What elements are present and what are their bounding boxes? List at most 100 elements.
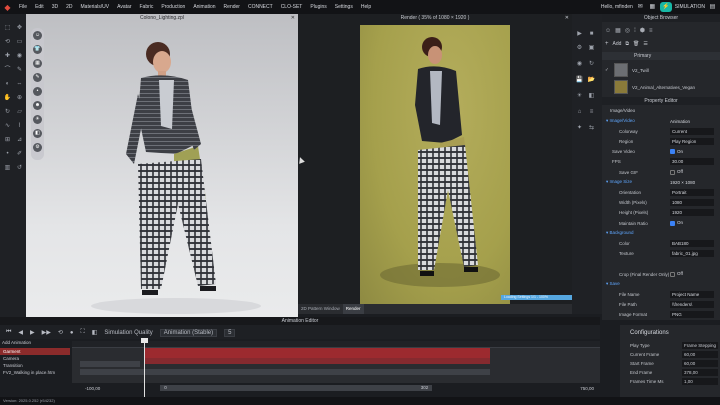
render-denoise-icon[interactable]: ✦ <box>575 124 584 133</box>
more-tab-icon[interactable]: ≡ <box>649 28 653 34</box>
plus-icon[interactable]: + <box>605 41 609 47</box>
measure-tool-icon[interactable]: ⊿ <box>15 136 24 145</box>
arrange-tool-icon[interactable]: ▥ <box>3 164 12 173</box>
fabric-check-icon[interactable]: ✓ <box>605 67 610 73</box>
add-animation-button[interactable]: Add Animation <box>2 340 31 345</box>
config-value[interactable]: 378,00 <box>682 369 718 376</box>
rotate-tool-icon[interactable]: ↻ <box>3 108 12 117</box>
mode-icon[interactable]: ▦ <box>648 3 657 12</box>
property-value[interactable]: BAB180 <box>670 239 714 247</box>
track-item[interactable]: Transition <box>0 362 70 369</box>
tab-2d-pattern-window[interactable]: 2D Pattern Window <box>298 304 343 314</box>
draw-tool-icon[interactable]: ✐ <box>15 150 24 159</box>
user-greeting[interactable]: Hello, mfinden <box>601 4 633 10</box>
sewing-tool-icon[interactable]: ∿ <box>3 122 12 131</box>
menu-3d[interactable]: 3D <box>48 4 62 10</box>
delete-icon[interactable]: 🗑 <box>633 41 639 47</box>
checkbox-icon[interactable] <box>670 149 675 155</box>
select-tool-icon[interactable]: ⬚ <box>3 24 12 33</box>
config-value[interactable]: Frame Stepping <box>682 342 718 349</box>
step-field[interactable]: 5 <box>224 328 236 337</box>
render-options-icon[interactable]: ≡ <box>587 108 596 117</box>
list-view-icon[interactable]: ☰ <box>643 41 647 47</box>
property-value[interactable]: Off <box>670 169 720 175</box>
avatar-tab-icon[interactable]: ☺ <box>605 28 611 34</box>
property-value[interactable]: Project Name <box>670 290 714 298</box>
menu-plugins[interactable]: Plugins <box>306 4 330 10</box>
timeline[interactable] <box>72 338 600 398</box>
camera-track-bar[interactable] <box>80 361 140 367</box>
menu-materials-uv[interactable]: Materials/UV <box>77 4 114 10</box>
move-tool-icon[interactable]: ✥ <box>15 24 24 33</box>
trim-tab-icon[interactable]: ⬢ <box>640 27 645 34</box>
menu-file[interactable]: File <box>15 4 31 10</box>
property-value[interactable]: On <box>670 220 720 226</box>
render-scene-icon[interactable]: ⌂ <box>575 108 584 117</box>
3d-viewport[interactable]: Colono_Lighting.zpl ✕ ☺ 👕 ▦ ✎ • ☻ ☀ ◧ ⚙ <box>26 14 298 318</box>
menu-render[interactable]: Render <box>220 4 244 10</box>
menu-edit[interactable]: Edit <box>31 4 48 10</box>
button-tab-icon[interactable]: ◎ <box>625 27 630 34</box>
render-settings-icon[interactable]: ⚙ <box>575 44 584 53</box>
menu-connect[interactable]: CONNECT <box>244 4 277 10</box>
bond-tool-icon[interactable]: ⊞ <box>3 136 12 145</box>
menu-production[interactable]: Production <box>157 4 189 10</box>
property-value[interactable]: 1920 <box>670 209 714 217</box>
config-value[interactable]: 60,00 <box>682 351 718 358</box>
property-value[interactable]: Current <box>670 127 714 135</box>
track-item[interactable]: FV2_Walking in place.htm <box>0 369 70 376</box>
track-item[interactable]: Camera <box>0 355 70 362</box>
fabric-item[interactable]: V2_Animal_Alternatives_Vegan <box>605 79 720 95</box>
rewind-icon[interactable]: ⏮ <box>6 329 11 336</box>
render-video-icon[interactable]: ◉ <box>575 60 584 69</box>
point-tool-icon[interactable]: • <box>3 150 12 159</box>
transform-tool-icon[interactable]: ⟲ <box>3 38 12 47</box>
simulation-icon[interactable]: ⚡ <box>659 2 672 12</box>
render-save-icon[interactable]: 💾 <box>575 76 584 85</box>
garment-track-bar-2[interactable] <box>144 354 490 364</box>
render-stop-icon[interactable]: ■ <box>587 30 596 39</box>
transition-track-bar[interactable] <box>80 369 490 375</box>
reset-tool-icon[interactable]: ↺ <box>15 164 24 173</box>
zoom-tool-icon[interactable]: ⊕ <box>15 94 24 103</box>
render-start-icon[interactable]: ▶ <box>575 30 584 39</box>
render-light-icon[interactable]: ☀ <box>575 92 584 101</box>
flatten-tool-icon[interactable]: ▭ <box>15 38 24 47</box>
clo-logo-icon[interactable]: ◆ <box>3 3 12 12</box>
layout-icon[interactable]: ▤ <box>708 3 717 12</box>
edit-curve-tool-icon[interactable]: ⌇ <box>15 122 24 131</box>
pattern-tool-icon[interactable]: ▱ <box>15 108 24 117</box>
loop-icon[interactable]: ⟲ <box>58 329 63 336</box>
fabric-tab-icon[interactable]: ▦ <box>615 27 621 34</box>
next-frame-icon[interactable]: ▶▶ <box>42 329 51 336</box>
play-icon[interactable]: ▶ <box>30 329 35 336</box>
checkbox-icon[interactable] <box>670 271 675 277</box>
menu-settings[interactable]: Settings <box>331 4 357 10</box>
stretch-tool-icon[interactable]: ⇔ <box>15 80 24 89</box>
render-camera-icon[interactable]: ◧ <box>587 92 596 101</box>
menu-2d[interactable]: 2D <box>62 4 76 10</box>
property-value[interactable]: Off <box>670 271 720 277</box>
add-button[interactable]: Add <box>613 41 622 47</box>
menu-help[interactable]: Help <box>357 4 375 10</box>
tack-tool-icon[interactable]: ✚ <box>3 52 12 61</box>
property-value[interactable]: Play Region <box>670 137 714 145</box>
simulation-quality-dropdown[interactable]: Animation (Stable) <box>159 328 218 337</box>
hand-tool-icon[interactable]: ✋ <box>3 94 12 103</box>
menu-fabric[interactable]: Fabric <box>136 4 158 10</box>
property-value[interactable]: PNG <box>670 311 714 319</box>
render-image-icon[interactable]: ▣ <box>587 44 596 53</box>
fabric-item[interactable]: ✓ V2_Twill <box>605 62 720 78</box>
record-icon[interactable]: ● <box>70 330 74 336</box>
tab-render[interactable]: Render <box>342 304 364 314</box>
fold-tool-icon[interactable]: ⌒ <box>3 66 12 75</box>
pin-tool-icon[interactable]: ◉ <box>15 52 24 61</box>
property-value[interactable]: 1080 <box>670 199 714 207</box>
topstitch-tab-icon[interactable]: ⁞ <box>634 28 636 34</box>
track-item[interactable]: Garment <box>0 348 70 355</box>
property-value[interactable]: \\frenders\ <box>670 301 714 309</box>
property-value[interactable]: fabric_01.jpg <box>670 250 714 258</box>
render-open-icon[interactable]: 📂 <box>587 76 596 85</box>
render-compare-icon[interactable]: ⇆ <box>587 124 596 133</box>
property-value[interactable]: 30.00 <box>670 158 714 166</box>
